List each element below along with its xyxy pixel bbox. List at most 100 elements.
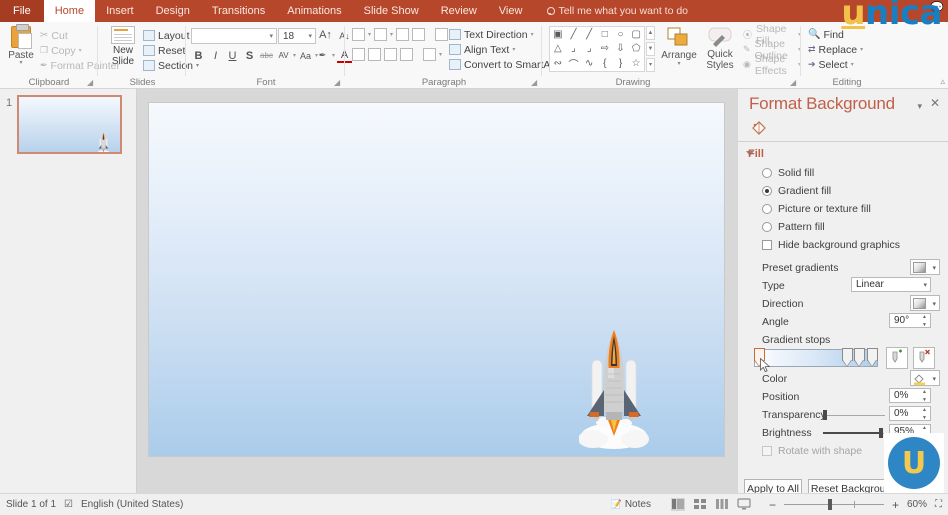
- paste-button[interactable]: Paste ▾: [4, 26, 38, 66]
- option-rotate-with-shape[interactable]: Rotate with shape: [762, 445, 862, 457]
- zoom-slider-thumb[interactable]: [828, 499, 832, 510]
- shape-arc-icon[interactable]: ⌒: [568, 56, 578, 71]
- slideshow-view-button[interactable]: [737, 498, 751, 511]
- zoom-out-button[interactable]: −: [769, 498, 776, 512]
- shape-freeform-icon[interactable]: ∾: [554, 58, 562, 69]
- spellcheck-icon[interactable]: ☑: [64, 499, 73, 510]
- shape-curve-icon[interactable]: ∿: [585, 58, 593, 69]
- quick-styles-button[interactable]: Quick Styles: [700, 27, 740, 71]
- shape-arrow-right-icon[interactable]: ⇨: [601, 43, 609, 54]
- increase-indent-icon[interactable]: [412, 28, 425, 41]
- option-picture-or-texture-fill[interactable]: Picture or texture fill: [762, 203, 871, 215]
- gradient-direction-picker[interactable]: ▾: [910, 295, 940, 311]
- option-gradient-fill[interactable]: Gradient fill: [762, 185, 831, 197]
- option-hide-background-graphics[interactable]: Hide background graphics: [762, 239, 900, 251]
- strikethrough-button[interactable]: abc: [259, 48, 274, 63]
- shapes-scroll-down[interactable]: ▼: [646, 42, 655, 56]
- zoom-in-button[interactable]: +: [892, 498, 899, 512]
- gradient-stop-2[interactable]: [842, 348, 853, 368]
- clipboard-dialog-launcher[interactable]: ◢: [87, 79, 95, 87]
- position-input[interactable]: 0% ▲▼: [889, 388, 931, 403]
- align-right-icon[interactable]: [384, 48, 397, 61]
- shapes-more[interactable]: ▾: [646, 58, 655, 72]
- gradient-type-select[interactable]: Linear ▾: [851, 277, 931, 292]
- add-gradient-stop-button[interactable]: [886, 347, 908, 369]
- ribbon-collapse-button[interactable]: ▵: [940, 76, 945, 87]
- decrease-indent-icon[interactable]: [396, 28, 409, 41]
- shape-elbow-arrow-icon[interactable]: ⌟: [587, 43, 592, 54]
- select-button[interactable]: ➔ Select ▾: [808, 57, 863, 72]
- paragraph-dialog-launcher[interactable]: ◢: [531, 79, 539, 87]
- arrange-button[interactable]: Arrange ▾: [659, 27, 699, 67]
- shape-textbox-icon[interactable]: ▣: [553, 29, 562, 40]
- slide-thumbnail-1[interactable]: [17, 95, 122, 154]
- tab-view[interactable]: View: [488, 0, 534, 22]
- shape-line-arrow-icon[interactable]: ╱: [586, 29, 592, 40]
- shapes-scroll-up[interactable]: ▲: [646, 26, 655, 40]
- shape-brace-right-icon[interactable]: }: [619, 58, 622, 69]
- shape-line-icon[interactable]: ╱: [570, 29, 576, 40]
- transparency-spinner[interactable]: ▲▼: [920, 408, 929, 421]
- transparency-slider-thumb[interactable]: [823, 410, 827, 420]
- slide-editing-area[interactable]: [137, 89, 737, 493]
- zoom-slider[interactable]: [784, 504, 884, 505]
- shape-arrow-down-icon[interactable]: ⇩: [616, 43, 624, 54]
- tab-insert[interactable]: Insert: [95, 0, 145, 22]
- comment-icon[interactable]: 💬: [930, 1, 944, 14]
- slide-indicator[interactable]: Slide 1 of 1: [6, 499, 56, 510]
- preset-gradients-picker[interactable]: ▾: [910, 259, 940, 275]
- text-highlight-color-icon[interactable]: ✒: [315, 48, 330, 63]
- replace-button[interactable]: ⇄ Replace ▾: [808, 42, 863, 57]
- justify-icon[interactable]: [400, 48, 413, 61]
- tab-transitions[interactable]: Transitions: [201, 0, 276, 22]
- shape-oval-icon[interactable]: ○: [617, 29, 623, 40]
- paint-bucket-icon[interactable]: [750, 119, 768, 137]
- transparency-input[interactable]: 0% ▲▼: [889, 406, 931, 421]
- character-spacing-button[interactable]: AV: [276, 48, 291, 63]
- tab-home[interactable]: Home: [44, 0, 95, 22]
- tell-me-search[interactable]: Tell me what you want to do: [533, 0, 688, 22]
- change-case-button[interactable]: Aa: [298, 48, 313, 63]
- slide-canvas[interactable]: [148, 102, 725, 457]
- gradient-stops-bar[interactable]: [754, 349, 878, 367]
- shapes-gallery[interactable]: ▣ ╱ ╱ □ ○ ▢ △ ⌟ ⌟ ⇨ ⇩ ⬠ ∾ ⌒ ∿ { } ☆: [549, 26, 645, 72]
- numbering-icon[interactable]: [374, 28, 387, 41]
- bullets-icon[interactable]: [352, 28, 365, 41]
- fit-to-window-icon[interactable]: ⛶: [935, 499, 942, 510]
- font-name-input[interactable]: ▾: [191, 28, 277, 44]
- drawing-dialog-launcher[interactable]: ◢: [790, 79, 798, 87]
- slide-thumbnail-pane[interactable]: 1: [0, 89, 137, 493]
- brightness-slider-thumb[interactable]: [879, 428, 883, 438]
- shapes-scroll-controls[interactable]: ▲ ▼ ▾: [646, 26, 655, 72]
- tab-design[interactable]: Design: [145, 0, 201, 22]
- align-left-icon[interactable]: [352, 48, 365, 61]
- columns-icon[interactable]: [423, 48, 436, 61]
- underline-button[interactable]: U: [225, 48, 240, 63]
- angle-input[interactable]: 90° ▲▼: [889, 313, 931, 328]
- gradient-stop-3[interactable]: [854, 348, 865, 368]
- remove-gradient-stop-button[interactable]: [913, 347, 935, 369]
- stop-color-picker[interactable]: ▾: [910, 370, 940, 386]
- new-slide-button[interactable]: New Slide: [103, 26, 143, 67]
- shape-rounded-rect-icon[interactable]: ▢: [631, 29, 640, 40]
- slide-sorter-view-button[interactable]: [693, 498, 707, 511]
- tab-animations[interactable]: Animations: [276, 0, 352, 22]
- zoom-level-label[interactable]: 60%: [907, 499, 927, 510]
- align-center-icon[interactable]: [368, 48, 381, 61]
- shape-star-icon[interactable]: ☆: [632, 58, 641, 69]
- rocket-graphic[interactable]: [579, 326, 649, 451]
- line-spacing-icon[interactable]: [435, 28, 448, 41]
- shape-elbow-icon[interactable]: ⌟: [571, 43, 576, 54]
- shape-brace-left-icon[interactable]: {: [603, 58, 606, 69]
- reading-view-button[interactable]: [715, 498, 729, 511]
- position-spinner[interactable]: ▲▼: [920, 390, 929, 403]
- grow-font-button[interactable]: A↑: [318, 27, 333, 42]
- pane-close-button[interactable]: ✕: [930, 96, 940, 110]
- option-solid-fill[interactable]: Solid fill: [762, 167, 814, 179]
- text-shadow-button[interactable]: S: [242, 48, 257, 63]
- language-indicator[interactable]: English (United States): [81, 499, 183, 510]
- font-size-input[interactable]: 18 ▾: [278, 28, 316, 44]
- shape-rectangle-icon[interactable]: □: [602, 29, 608, 40]
- find-button[interactable]: 🔍 Find: [808, 27, 863, 42]
- option-pattern-fill[interactable]: Pattern fill: [762, 221, 825, 233]
